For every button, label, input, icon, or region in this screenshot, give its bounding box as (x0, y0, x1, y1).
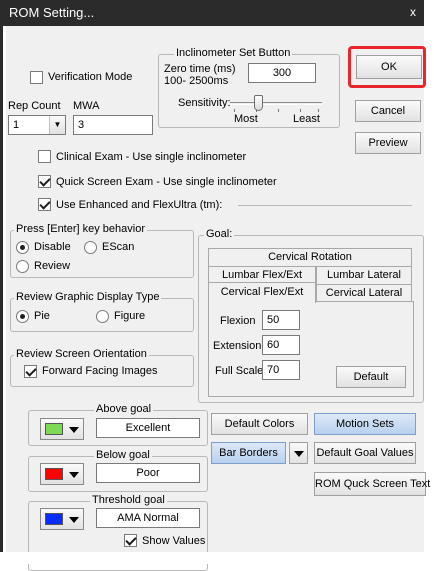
rep-count-select[interactable]: 1 ▼ (8, 115, 66, 135)
sensitivity-tick (318, 109, 319, 112)
clinical-exam-label: Clinical Exam - Use single inclinometer (56, 151, 247, 163)
review-orientation-group-title: Review Screen Orientation (14, 348, 149, 360)
enter-review-label: Review (34, 260, 71, 272)
tab-cervical-rotation[interactable]: Cervical Rotation (208, 248, 412, 266)
flexion-input[interactable]: 50 (262, 310, 300, 330)
extension-input[interactable]: 60 (262, 335, 300, 355)
full-scale-input[interactable]: 70 (262, 360, 300, 380)
goal-group-title: Goal: (204, 228, 235, 240)
title-bar: ROM Setting... x (3, 0, 424, 26)
close-icon[interactable]: x (406, 5, 420, 19)
above-goal-title: Above goal (94, 403, 154, 415)
enter-disable-radio[interactable] (16, 241, 29, 254)
pie-label: Pie (34, 310, 50, 322)
chevron-down-icon (294, 451, 304, 457)
forward-facing-label: Forward Facing Images (42, 365, 158, 377)
flexion-label: Flexion (220, 315, 256, 327)
clinical-exam-checkbox[interactable] (38, 150, 51, 163)
verification-mode-label: Verification Mode (48, 71, 133, 83)
above-goal-color-button[interactable] (40, 418, 84, 440)
zero-time-label: Zero time (ms) (164, 63, 236, 75)
rep-count-label: Rep Count (8, 100, 61, 112)
chevron-down-icon (69, 517, 79, 523)
sensitivity-tick (234, 109, 235, 112)
show-values-label: Show Values (142, 535, 206, 547)
tab-lumbar-lateral[interactable]: Lumbar Lateral (316, 266, 412, 284)
above-goal-text-input[interactable]: Excellent (96, 418, 200, 438)
rom-setting-dialog: ROM Setting... x Verification Mode Incli… (0, 0, 430, 571)
review-graphic-group-title: Review Graphic Display Type (14, 291, 162, 303)
figure-radio[interactable] (96, 310, 109, 323)
chevron-down-icon[interactable]: ▼ (49, 116, 65, 134)
inclinometer-group-title: Inclinometer Set Button (174, 47, 293, 59)
default-colors-button[interactable]: Default Colors (211, 413, 308, 435)
separator-line (238, 205, 412, 206)
enter-disable-label: Disable (34, 241, 71, 253)
threshold-goal-text-input[interactable]: AMA Normal (96, 508, 200, 528)
background-strip (0, 552, 434, 564)
enhanced-flexultra-label: Use Enhanced and FlexUltra (tm): (56, 199, 223, 211)
enhanced-flexultra-checkbox[interactable] (38, 198, 51, 211)
default-goal-button[interactable]: Default (336, 366, 406, 388)
verification-mode-checkbox[interactable] (30, 71, 43, 84)
tab-cervical-flex-ext[interactable]: Cervical Flex/Ext (208, 282, 316, 303)
show-values-checkbox[interactable] (124, 534, 137, 547)
dialog-content: Verification Mode Inclinometer Set Butto… (6, 26, 430, 571)
bar-borders-button[interactable]: Bar Borders (211, 442, 286, 464)
sensitivity-slider-thumb[interactable] (253, 95, 263, 111)
chevron-down-icon (69, 427, 79, 433)
sensitivity-track (230, 102, 322, 105)
quick-screen-checkbox[interactable] (38, 175, 51, 188)
rom-quick-screen-text-button[interactable]: ROM Quck Screen Text (314, 472, 430, 496)
sensitivity-tick (278, 109, 279, 112)
enter-key-group-title: Press [Enter] key behavior (14, 223, 148, 235)
window-title: ROM Setting... (9, 5, 95, 20)
preview-button[interactable]: Preview (355, 132, 421, 154)
threshold-goal-title: Threshold goal (90, 494, 167, 506)
sensitivity-label: Sensitivity: (178, 97, 231, 109)
enter-escan-label: EScan (102, 241, 135, 253)
enter-review-radio[interactable] (16, 260, 29, 273)
below-goal-color-button[interactable] (40, 463, 84, 485)
full-scale-label: Full Scale (215, 365, 264, 377)
below-goal-title: Below goal (94, 449, 152, 461)
quick-screen-label: Quick Screen Exam - Use single inclinome… (56, 176, 277, 188)
threshold-goal-color-swatch (45, 513, 63, 525)
motion-sets-button[interactable]: Motion Sets (314, 413, 416, 435)
forward-facing-checkbox[interactable] (24, 365, 37, 378)
pie-radio[interactable] (16, 310, 29, 323)
zero-time-input[interactable]: 300 (248, 63, 316, 83)
threshold-goal-color-button[interactable] (40, 508, 84, 530)
figure-label: Figure (114, 310, 146, 322)
mwa-label: MWA (73, 100, 100, 112)
below-goal-text-input[interactable]: Poor (96, 463, 200, 483)
chevron-down-icon (69, 472, 79, 478)
rep-count-value: 1 (13, 119, 20, 131)
extension-label: Extension (213, 340, 262, 352)
ok-button[interactable]: OK (356, 55, 422, 79)
zero-time-range-label: 100- 2500ms (164, 75, 229, 87)
sensitivity-least-label: Least (293, 113, 320, 125)
enter-escan-radio[interactable] (84, 241, 97, 254)
bar-borders-dropdown[interactable] (289, 442, 308, 464)
below-goal-color-swatch (45, 468, 63, 480)
tab-cervical-lateral[interactable]: Cervical Lateral (316, 284, 412, 302)
above-goal-color-swatch (45, 423, 63, 435)
sensitivity-most-label: Most (234, 113, 258, 125)
mwa-input[interactable]: 3 (73, 115, 153, 135)
cancel-button[interactable]: Cancel (355, 100, 421, 122)
default-goal-values-button[interactable]: Default Goal Values (314, 442, 416, 464)
sensitivity-tick (300, 109, 301, 112)
